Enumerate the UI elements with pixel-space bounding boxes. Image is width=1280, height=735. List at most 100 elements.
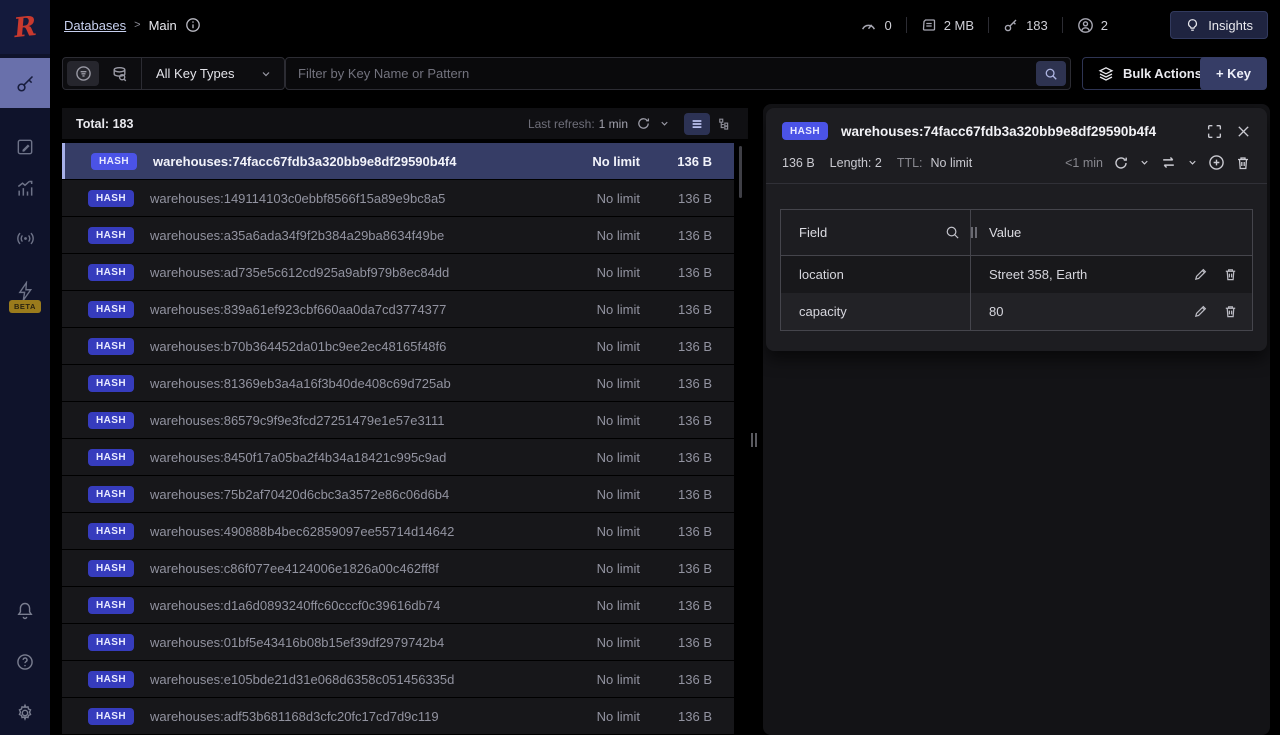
delete-field-icon[interactable] (1223, 304, 1238, 319)
key-size: 136 B (640, 376, 712, 391)
type-badge: HASH (88, 338, 134, 355)
refresh-options-chevron-icon[interactable] (659, 118, 670, 129)
key-list-row[interactable]: HASH warehouses:86579c9f9e3fcd27251479e1… (62, 402, 734, 438)
detail-ttl[interactable]: TTL: No limit (897, 156, 972, 170)
close-icon[interactable] (1236, 124, 1251, 139)
stat-cpu: 0 (860, 17, 891, 34)
key-list-row[interactable]: HASH warehouses:d1a6d0893240ffc60cccf0c3… (62, 587, 734, 623)
format-switch-icon[interactable] (1160, 154, 1177, 171)
key-name: warehouses:adf53b681168d3cfc20fc17cd7d9c… (150, 709, 540, 724)
stat-keys: 183 (1003, 17, 1048, 33)
refresh-icon[interactable] (1113, 155, 1129, 171)
sidebar-item-notifications[interactable] (0, 586, 50, 636)
refresh-icon[interactable] (636, 116, 651, 131)
key-list-row[interactable]: HASH warehouses:74facc67fdb3a320bb9e8df2… (62, 143, 734, 179)
edit-square-icon (15, 137, 35, 157)
key-list-row[interactable]: HASH warehouses:8450f17a05ba2f4b34a18421… (62, 439, 734, 475)
search-icon[interactable] (945, 225, 960, 240)
database-scan-button[interactable] (103, 61, 135, 86)
value-cell: 80 (971, 304, 1252, 319)
key-list-row[interactable]: HASH warehouses:75b2af70420d6cbc3a3572e8… (62, 476, 734, 512)
key-list-row[interactable]: HASH warehouses:adf53b681168d3cfc20fc17c… (62, 698, 734, 734)
key-list-row[interactable]: HASH warehouses:c86f077ee4124006e1826a00… (62, 550, 734, 586)
value-text: 80 (989, 304, 1003, 319)
delete-key-icon[interactable] (1235, 155, 1251, 171)
user-icon (1077, 17, 1094, 34)
sidebar-item-browser[interactable] (0, 58, 50, 108)
help-icon (15, 652, 35, 672)
key-list-row[interactable]: HASH warehouses:149114103c0ebbf8566f15a8… (62, 180, 734, 216)
filter-toggle-button[interactable] (67, 61, 99, 86)
panel-resize-handle[interactable] (751, 433, 761, 447)
key-list-row[interactable]: HASH warehouses:a35a6ada34f9f2b384a29ba8… (62, 217, 734, 253)
key-list-row[interactable]: HASH warehouses:01bf5e43416b08b15ef39df2… (62, 624, 734, 660)
redis-logo[interactable]: R (0, 0, 50, 54)
key-name: warehouses:86579c9f9e3fcd27251479e1e57e3… (150, 413, 540, 428)
scrollbar-thumb[interactable] (739, 146, 742, 198)
stat-keys-value: 183 (1026, 18, 1048, 33)
key-type-group: All Key Types (62, 57, 285, 90)
table-rows: location Street 358, Earth capacity 80 (781, 256, 1252, 330)
fullscreen-icon[interactable] (1206, 123, 1223, 140)
key-name: warehouses:81369eb3a4a16f3b40de408c69d72… (150, 376, 540, 391)
key-filter-input[interactable] (286, 66, 1036, 81)
edit-field-icon[interactable] (1193, 304, 1208, 319)
key-list-row[interactable]: HASH warehouses:839a61ef923cbf660aa0da7c… (62, 291, 734, 327)
field-column-header: Field (781, 210, 971, 255)
list-view-button[interactable] (684, 113, 710, 135)
key-ttl: No limit (540, 376, 640, 391)
key-list-panel: Total: 183 Last refresh: 1 min (62, 108, 748, 735)
sidebar-item-help[interactable] (0, 637, 50, 687)
bulk-actions-button[interactable]: Bulk Actions (1082, 57, 1218, 90)
type-badge: HASH (88, 708, 134, 725)
sidebar-item-analytics[interactable] (0, 164, 50, 214)
delete-field-icon[interactable] (1223, 267, 1238, 282)
format-chevron-icon[interactable] (1187, 157, 1198, 168)
type-badge: HASH (88, 227, 134, 244)
ttl-label: TTL: (897, 156, 923, 170)
tree-view-button[interactable] (712, 113, 738, 135)
key-list-header: Total: 183 Last refresh: 1 min (62, 108, 748, 139)
key-size: 136 B (640, 524, 712, 539)
key-list-row[interactable]: HASH warehouses:e105bde21d31e068d6358c05… (62, 661, 734, 697)
sidebar-item-pubsub[interactable] (0, 213, 50, 263)
field-cell: capacity (781, 293, 971, 330)
key-list-row[interactable]: HASH warehouses:490888b4bec62859097ee557… (62, 513, 734, 549)
key-name: warehouses:a35a6ada34f9f2b384a29ba8634f4… (150, 228, 540, 243)
insights-label: Insights (1208, 18, 1253, 33)
sidebar-item-settings[interactable] (0, 688, 50, 735)
chart-icon (15, 179, 35, 199)
key-list-row[interactable]: HASH warehouses:ad735e5c612cd925a9abf979… (62, 254, 734, 290)
key-name: warehouses:d1a6d0893240ffc60cccf0c39616d… (150, 598, 540, 613)
add-key-button[interactable]: + Key (1200, 57, 1267, 90)
key-list-row[interactable]: HASH warehouses:81369eb3a4a16f3b40de408c… (62, 365, 734, 401)
hash-field-row[interactable]: capacity 80 (781, 293, 1252, 330)
bulk-actions-label: Bulk Actions (1123, 66, 1202, 81)
key-name: warehouses:c86f077ee4124006e1826a00c462f… (150, 561, 540, 576)
hash-field-row[interactable]: location Street 358, Earth (781, 256, 1252, 293)
detail-length: Length: 2 (830, 156, 882, 170)
view-toggle (684, 113, 738, 135)
lightning-icon (15, 281, 36, 302)
stat-divider (906, 17, 907, 33)
key-ttl: No limit (540, 672, 640, 687)
type-badge: HASH (88, 301, 134, 318)
key-size: 136 B (640, 413, 712, 428)
type-badge: HASH (88, 523, 134, 540)
insights-button[interactable]: Insights (1170, 11, 1268, 39)
key-list-row[interactable]: HASH warehouses:b70b364452da01bc9ee2ec48… (62, 328, 734, 364)
key-size: 136 B (640, 339, 712, 354)
column-resize-handle[interactable] (971, 227, 977, 238)
key-name: warehouses:74facc67fdb3a320bb9e8df29590b… (153, 154, 540, 169)
key-ttl: No limit (540, 524, 640, 539)
edit-field-icon[interactable] (1193, 267, 1208, 282)
key-type-select[interactable]: All Key Types (142, 66, 284, 81)
breadcrumb-databases-link[interactable]: Databases (64, 18, 126, 33)
stat-memory: 2 MB (921, 17, 974, 33)
info-icon[interactable] (185, 17, 201, 33)
refresh-options-chevron-icon[interactable] (1139, 157, 1150, 168)
add-field-icon[interactable] (1208, 154, 1225, 171)
detail-key-name: warehouses:74facc67fdb3a320bb9e8df29590b… (841, 124, 1193, 139)
key-size: 136 B (640, 672, 712, 687)
search-button[interactable] (1036, 61, 1066, 86)
